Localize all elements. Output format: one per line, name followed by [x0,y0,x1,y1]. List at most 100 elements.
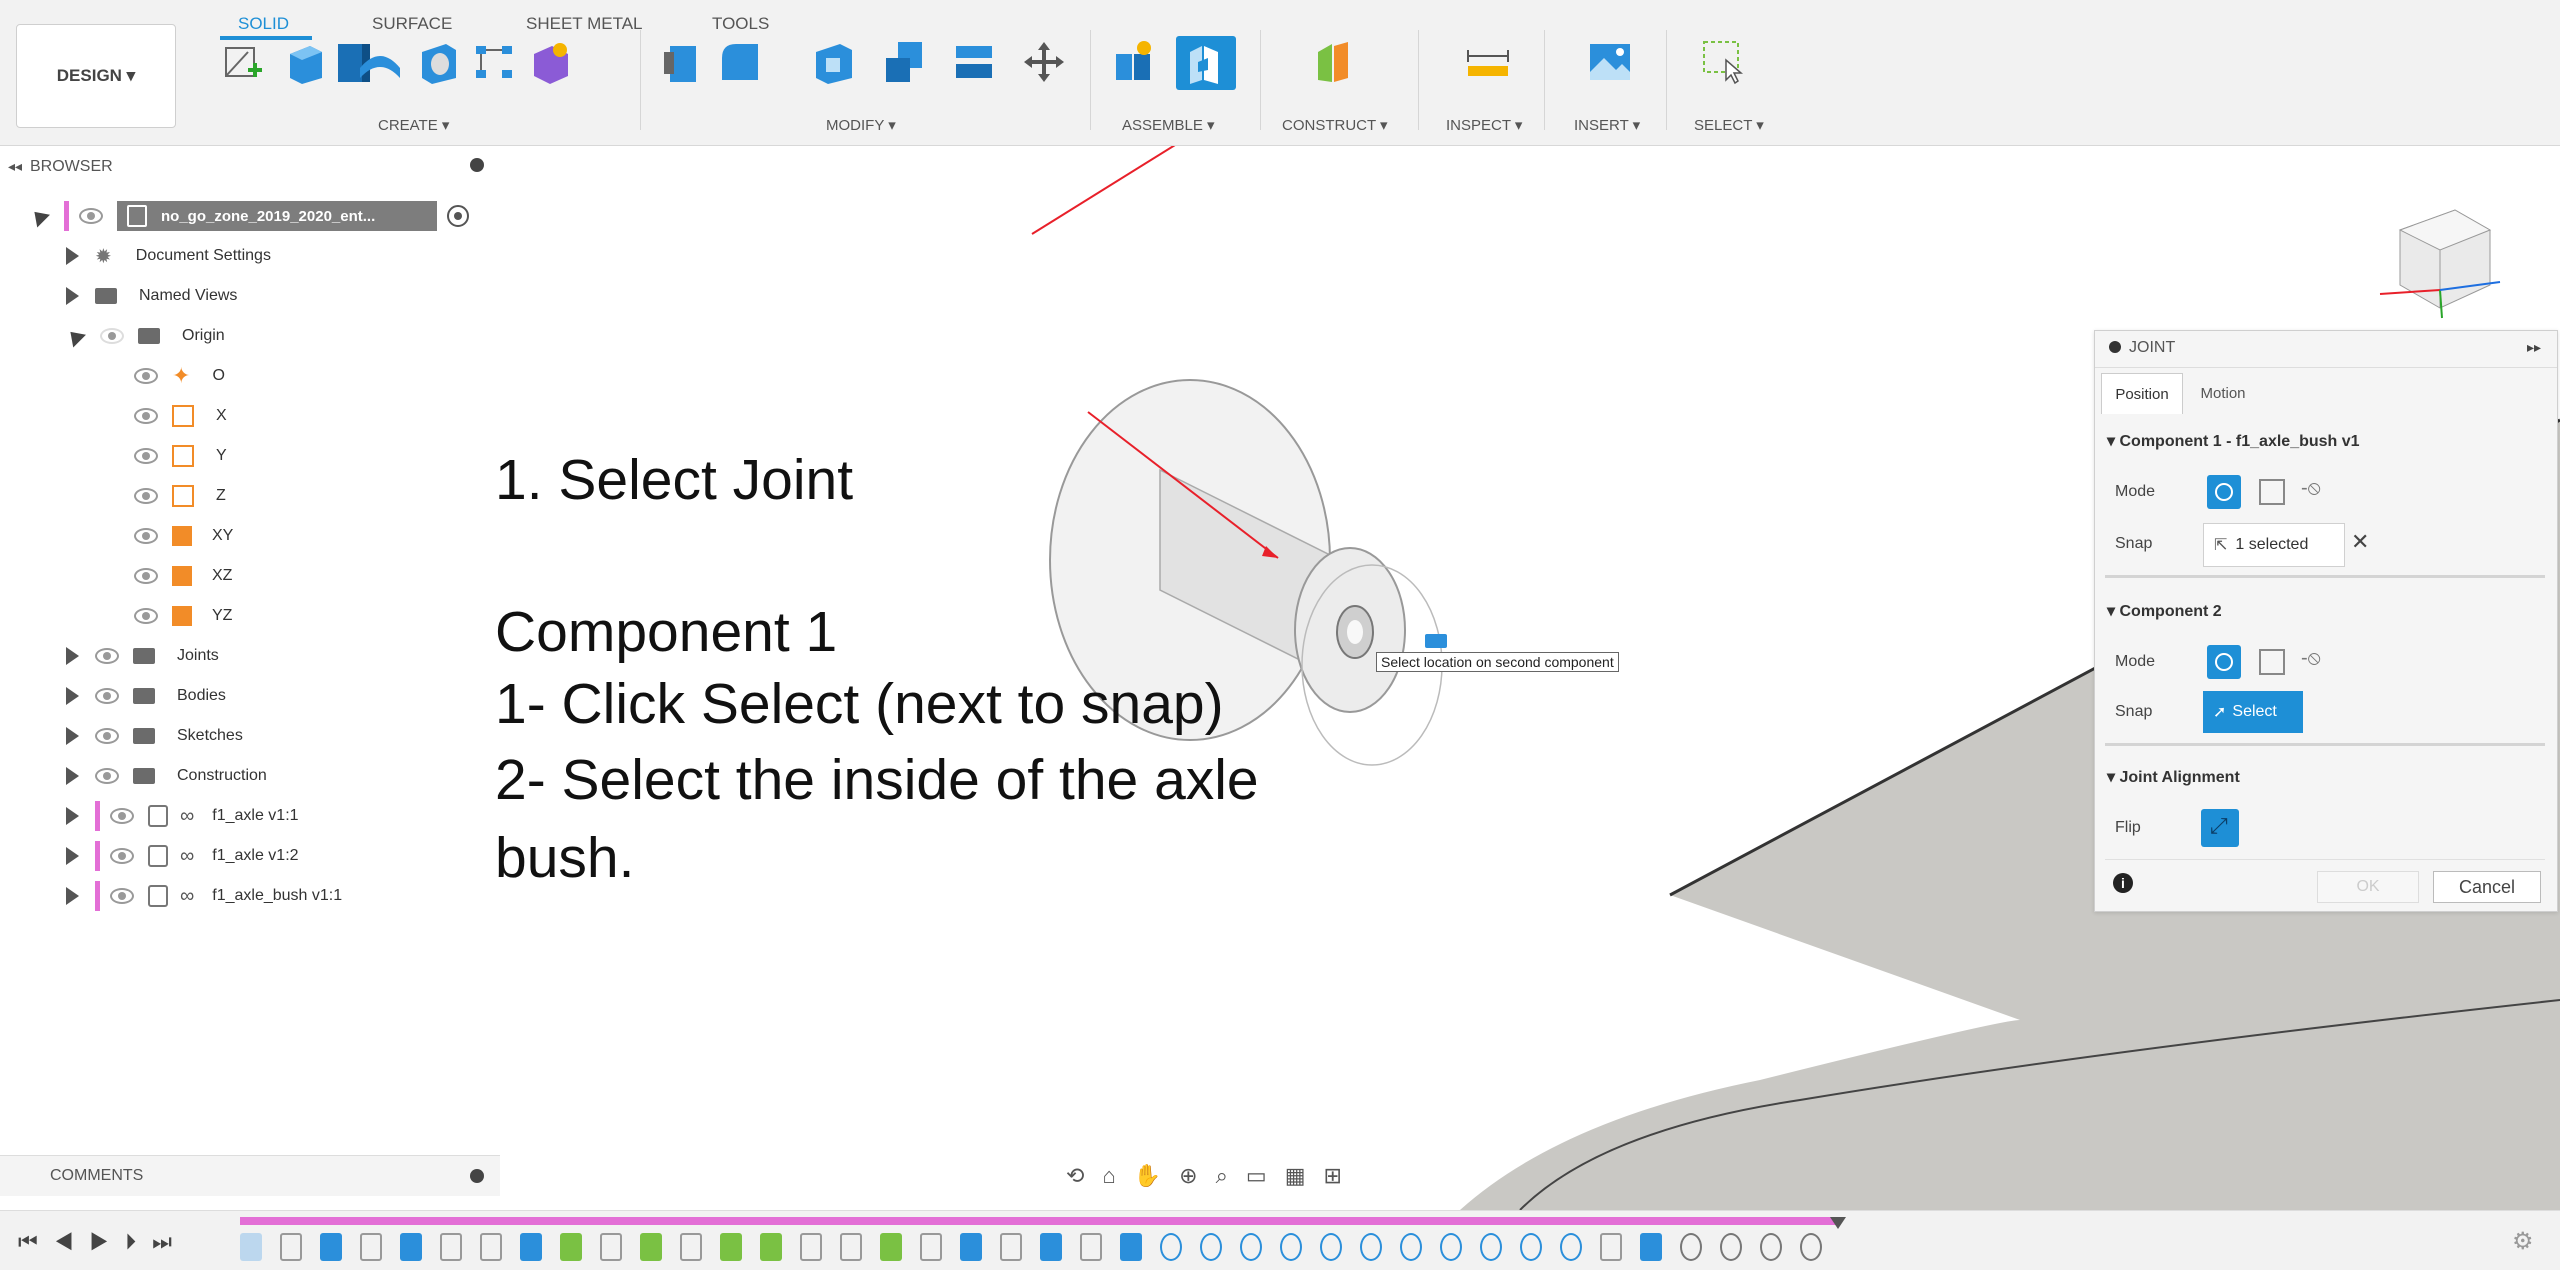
sketch-feature-icon[interactable] [680,1233,702,1261]
step-back-icon[interactable]: ◀ [54,1229,90,1254]
snap-1-selection[interactable]: ⇱ 1 selected [2203,523,2345,567]
tab-surface[interactable]: SURFACE [372,14,452,34]
select-group-label[interactable]: SELECT ▾ [1694,116,1764,134]
plane-feature-icon[interactable] [720,1233,742,1261]
mode-between-icon[interactable] [2259,649,2285,675]
shell-icon[interactable] [810,38,858,86]
extrude-feature-icon[interactable] [1040,1233,1062,1261]
sketch-feature-icon[interactable] [840,1233,862,1261]
fillet-feature-icon[interactable] [1280,1233,1302,1261]
modify-group-label[interactable]: MODIFY ▾ [826,116,896,134]
mode-tangent-icon[interactable]: -⦸ [2301,647,2321,670]
assemble-group-label[interactable]: ASSEMBLE ▾ [1122,116,1215,134]
joint-feature-icon[interactable] [1800,1233,1822,1261]
grid-settings-icon[interactable]: ▦ [1285,1163,1306,1189]
insert-image-icon[interactable] [1586,38,1634,86]
mode-simple-button[interactable] [2207,475,2241,509]
clear-selection-icon[interactable]: ✕ [2351,529,2369,555]
create-form-icon[interactable] [526,38,574,86]
create-group-label[interactable]: CREATE ▾ [378,116,449,134]
extrude-box-icon[interactable] [282,38,330,86]
fit-icon[interactable]: ⌕ [1216,1163,1228,1189]
inspect-group-label[interactable]: INSPECT ▾ [1446,116,1522,134]
construct-group-label[interactable]: CONSTRUCT ▾ [1282,116,1388,134]
joint-feature-icon[interactable] [1720,1233,1742,1261]
plane-feature-icon[interactable] [640,1233,662,1261]
extrude-feature-icon[interactable] [960,1233,982,1261]
cancel-button[interactable]: Cancel [2433,871,2541,903]
sketch-feature-icon[interactable] [360,1233,382,1261]
fillet-feature-icon[interactable] [1200,1233,1222,1261]
timeline-settings-gear-icon[interactable]: ⚙ [2512,1227,2534,1256]
fillet-feature-icon[interactable] [1320,1233,1342,1261]
mode-simple-button[interactable] [2207,645,2241,679]
section-component-1[interactable]: ▾ Component 1 - f1_axle_bush v1 [2107,431,2360,451]
fillet-feature-icon[interactable] [1560,1233,1582,1261]
new-component-icon[interactable] [1110,38,1158,86]
snap-2-select-button[interactable]: ➚ Select [2203,691,2303,733]
hole-icon[interactable] [414,38,462,86]
fillet-feature-icon[interactable] [1400,1233,1422,1261]
dialog-pin-icon[interactable] [2109,341,2121,353]
zoom-icon[interactable]: ⊕ [1179,1163,1197,1189]
fillet-feature-icon[interactable] [1240,1233,1262,1261]
tab-sheet-metal[interactable]: SHEET METAL [526,14,643,34]
comments-pin-icon[interactable] [470,1169,484,1183]
pattern-icon[interactable] [470,38,518,86]
display-settings-icon[interactable]: ▭ [1246,1163,1267,1189]
fillet-feature-icon[interactable] [1520,1233,1542,1261]
joint-tool-button[interactable] [1176,36,1236,90]
move-copy-icon[interactable] [1020,38,1068,86]
joint-dialog-header[interactable]: JOINT ▸▸ [2095,331,2557,368]
flip-button[interactable]: ⤢ [2201,809,2239,847]
sketch-feature-icon[interactable] [280,1233,302,1261]
sketch-feature-icon[interactable] [1080,1233,1102,1261]
step-forward-icon[interactable]: ⏵ [125,1229,152,1254]
fillet-icon[interactable] [716,38,764,86]
view-cube[interactable] [2360,190,2510,320]
sketch-feature-icon[interactable] [920,1233,942,1261]
sketch-feature-icon[interactable] [800,1233,822,1261]
offset-plane-icon[interactable] [1310,38,1358,86]
joint-feature-icon[interactable] [1760,1233,1782,1261]
measure-icon[interactable] [1464,38,1512,86]
plane-feature-icon[interactable] [760,1233,782,1261]
mode-between-icon[interactable] [2259,479,2285,505]
pan-hand-icon[interactable]: ✋ [1134,1163,1161,1189]
ok-button[interactable]: OK [2317,871,2419,903]
feature-icon[interactable] [240,1233,262,1261]
sketch-feature-icon[interactable] [1000,1233,1022,1261]
section-component-2[interactable]: ▾ Component 2 [2107,601,2222,621]
fillet-feature-icon[interactable] [1480,1233,1502,1261]
plane-feature-icon[interactable] [560,1233,582,1261]
tab-tools[interactable]: TOOLS [712,14,769,34]
revolve-icon[interactable] [356,38,404,86]
sketch-feature-icon[interactable] [600,1233,622,1261]
sketch-feature-icon[interactable] [480,1233,502,1261]
play-icon[interactable]: ▶ [89,1229,125,1254]
tab-motion[interactable]: Motion [2183,373,2263,413]
skip-end-icon[interactable]: ⏭ [152,1229,188,1254]
fillet-feature-icon[interactable] [1160,1233,1182,1261]
mode-tangent-icon[interactable]: -⦸ [2301,477,2321,500]
design-workspace-button[interactable]: DESIGN ▾ [16,24,176,128]
extrude-feature-icon[interactable] [1640,1233,1662,1261]
comments-panel[interactable]: COMMENTS [0,1155,500,1196]
fillet-feature-icon[interactable] [1360,1233,1382,1261]
sketch-feature-icon[interactable] [440,1233,462,1261]
sketch-feature-icon[interactable] [1600,1233,1622,1261]
extrude-feature-icon[interactable] [320,1233,342,1261]
select-window-icon[interactable] [1700,38,1748,86]
tab-position[interactable]: Position [2101,373,2183,414]
extrude-feature-icon[interactable] [520,1233,542,1261]
split-body-icon[interactable] [950,38,998,86]
joint-feature-icon[interactable] [1680,1233,1702,1261]
extrude-feature-icon[interactable] [400,1233,422,1261]
fillet-feature-icon[interactable] [1440,1233,1462,1261]
expand-double-chevron-icon[interactable]: ▸▸ [2527,339,2541,356]
plane-feature-icon[interactable] [880,1233,902,1261]
press-pull-icon[interactable] [660,38,708,86]
extrude-feature-icon[interactable] [1120,1233,1142,1261]
skip-start-icon[interactable]: ⏮ [18,1229,54,1254]
look-at-icon[interactable]: ⌂ [1102,1163,1115,1189]
